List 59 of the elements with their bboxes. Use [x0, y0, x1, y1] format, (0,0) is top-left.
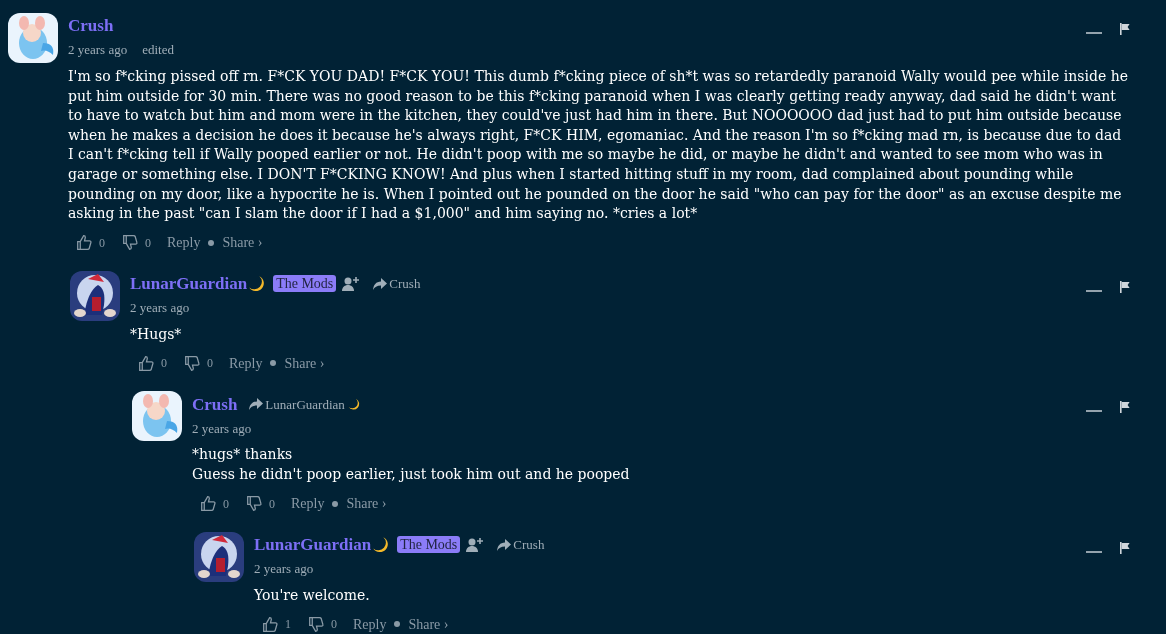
comment-text: Guess he didn't poop earlier, just took him out and he pooped	[192, 464, 631, 484]
add-user-icon[interactable]	[466, 536, 486, 553]
reply-arrow-icon	[249, 398, 264, 411]
mods-badge: The Mods	[273, 275, 337, 293]
thumbs-up-icon[interactable]	[76, 234, 93, 252]
reply-link[interactable]: Reply	[291, 493, 325, 515]
username[interactable]: LunarGuardian	[130, 271, 248, 297]
flag-icon[interactable]	[1120, 541, 1130, 554]
like-count: 1	[285, 616, 291, 634]
dislike-count: 0	[145, 234, 151, 252]
avatar-picture	[70, 270, 120, 321]
thumbs-down-icon[interactable]	[308, 615, 325, 633]
mods-badge: The Mods	[397, 536, 461, 554]
dislike-count: 0	[269, 495, 275, 513]
reply-to-name[interactable]: LunarGuardian	[265, 394, 345, 415]
reply-link[interactable]: Reply	[353, 613, 387, 634]
thumbs-up-icon[interactable]	[200, 495, 217, 513]
reply-to-name[interactable]: Crush	[389, 274, 421, 294]
username[interactable]: Crush	[192, 391, 238, 418]
comment-text: I'm so f*cking pissed off rn. F*CK YOU DAD! F*CK YOU! This dumb f*cking piece of sh*t was so retardedly paranoid Wally would pee while inside he put him outside for 30 min. There was no good reason to be this f*cking paranoid when I was clearly getting ready anyway, dad said he didn't want to have to watch but him and mom were in the kitchen, they could've just had him in there. But NOOOOOO dad just had to put him outside because when he makes a decision he does it because he's always right, F*CK HIM, egomaniac. And the reason I'm so f*cking mad rn, is because due to dad I can't f*cking tell if Wally pooped earlier or not. He didn't poop with me so maybe he did, or maybe he didn't and wanted to see mom who was in garage or something else. I DON'T F*CKING KNOW! And plus when I started hitting stuff in my room, dad complained about pounding while pounding on my door, like a hypocrite he is. When I pointed out he pounded on the door he said "who can pay for the door" as an excuse despite me asking in the past "can I slam the door if I had a $1,000" and him saying no. *cries a lot*	[68, 67, 1129, 224]
thumbs-down-icon[interactable]	[246, 495, 263, 513]
flag-icon[interactable]	[1120, 23, 1130, 35]
collapse-icon[interactable]	[1086, 289, 1102, 292]
like-count: 0	[161, 355, 167, 373]
share-link[interactable]: Share ›	[346, 493, 387, 515]
username[interactable]: LunarGuardian	[254, 531, 372, 558]
collapse-icon[interactable]	[1086, 550, 1102, 553]
reply-arrow-icon	[373, 277, 388, 290]
avatar-picture	[8, 13, 58, 63]
share-link[interactable]: Share ›	[284, 352, 325, 374]
add-user-icon[interactable]	[342, 275, 362, 292]
collapse-icon[interactable]	[1086, 410, 1102, 413]
username[interactable]: Crush	[68, 13, 114, 39]
edited-label: edited	[142, 41, 174, 60]
reply-to-name[interactable]: Crush	[513, 534, 545, 555]
share-link[interactable]: Share ›	[408, 613, 449, 634]
comment-text: *hugs* thanks	[192, 445, 294, 465]
avatar-picture	[194, 531, 244, 582]
thumbs-down-icon[interactable]	[184, 354, 201, 372]
thumbs-up-icon[interactable]	[138, 354, 155, 372]
avatar-picture	[132, 391, 182, 442]
like-count: 0	[223, 495, 229, 513]
reply-link[interactable]: Reply	[229, 352, 263, 374]
timestamp: 2 years ago	[254, 559, 314, 578]
reply-arrow-icon	[497, 538, 512, 551]
comment-text: You're welcome.	[254, 585, 371, 605]
share-link[interactable]: Share ›	[222, 232, 263, 254]
dislike-count: 0	[331, 616, 337, 634]
comment-text: *Hugs*	[130, 324, 183, 344]
reply-link[interactable]: Reply	[167, 232, 201, 254]
thumbs-up-icon[interactable]	[262, 615, 279, 633]
like-count: 0	[99, 234, 105, 252]
dislike-count: 0	[207, 355, 213, 373]
flag-icon[interactable]	[1120, 401, 1130, 414]
thumbs-down-icon[interactable]	[122, 234, 139, 252]
timestamp: 2 years ago	[192, 419, 252, 438]
timestamp: 2 years ago	[68, 41, 128, 60]
timestamp: 2 years ago	[130, 299, 190, 317]
flag-icon[interactable]	[1120, 280, 1130, 293]
